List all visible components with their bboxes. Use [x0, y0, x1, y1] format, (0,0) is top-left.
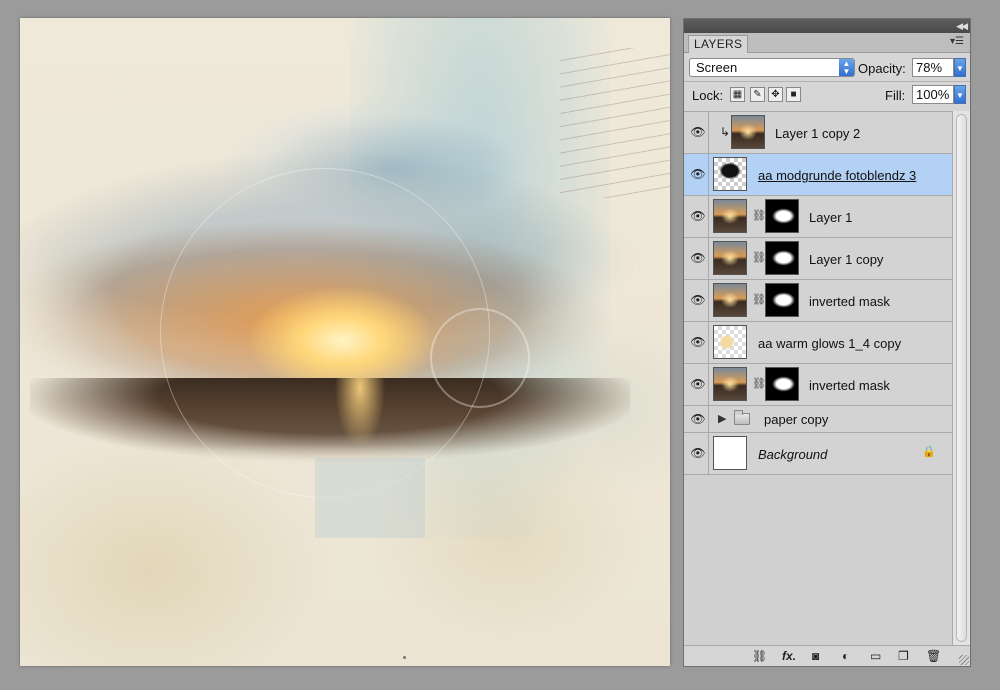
layer-name: aa modgrunde fotoblendz 3	[758, 168, 917, 183]
fill-label: Fill:	[885, 88, 906, 103]
link-icon[interactable]: ⛓	[752, 293, 766, 306]
panel-menu-icon[interactable]: ▾☰	[950, 36, 964, 47]
clipping-arrow-icon: ↳	[720, 125, 731, 139]
layer-name: Layer 1	[809, 210, 853, 225]
row-divider	[708, 112, 709, 153]
row-divider	[708, 154, 709, 195]
panel-tab-row: LAYERS ▾☰	[684, 33, 970, 53]
blue-paper-strip	[315, 458, 425, 538]
lock-options-row: Lock: ▦ ✎ ✥ ■ Fill: 100% ▼	[684, 81, 970, 105]
layer-thumbnail[interactable]	[731, 115, 765, 149]
new-layer-icon[interactable]: ❐	[898, 649, 909, 663]
link-icon[interactable]: ⛓	[752, 251, 766, 264]
layer-row[interactable]: 👁 ⛓ Layer 1 copy	[684, 238, 952, 280]
layer-row[interactable]: 👁 ↳ Layer 1 copy 2	[684, 112, 952, 154]
layer-mask-thumbnail[interactable]	[765, 367, 799, 401]
eye-icon[interactable]: 👁	[688, 125, 708, 139]
layer-row[interactable]: 👁 aa modgrunde fotoblendz 3	[684, 154, 952, 196]
layer-mask-thumbnail[interactable]	[765, 283, 799, 317]
lock-label: Lock:	[692, 88, 724, 103]
panel-titlebar[interactable]: ◀◀	[684, 19, 970, 33]
eye-icon[interactable]: 👁	[688, 251, 708, 265]
layer-row[interactable]: 👁 ⛓ inverted mask	[684, 364, 952, 406]
layer-name: Layer 1 copy 2	[775, 126, 861, 141]
eye-icon[interactable]: 👁	[688, 209, 708, 223]
row-divider	[708, 433, 709, 474]
opacity-input[interactable]: 78%	[912, 58, 954, 77]
blend-options-row: Screen ▲ ▼ Opacity: 78% ▼	[684, 53, 970, 81]
lock-transparent-pixels-icon[interactable]: ▦	[730, 87, 745, 102]
layer-style-fx-icon[interactable]: fx.	[782, 649, 796, 663]
layer-thumbnail[interactable]	[713, 241, 747, 275]
eye-icon[interactable]: 👁	[688, 293, 708, 307]
artwork-canvas[interactable]	[20, 18, 670, 666]
layer-thumbnail[interactable]	[713, 283, 747, 317]
layer-thumbnail[interactable]	[713, 367, 747, 401]
eye-icon[interactable]: 👁	[688, 167, 708, 181]
layer-thumbnail[interactable]	[713, 436, 747, 470]
layer-row[interactable]: 👁 Background 🔒	[684, 433, 952, 475]
layer-list: 👁 ↳ Layer 1 copy 2 👁 aa modgrunde fotobl…	[684, 111, 952, 647]
adjustment-layer-icon[interactable]: ◐	[842, 649, 849, 663]
row-divider	[708, 322, 709, 363]
layer-name: aa warm glows 1_4 copy	[758, 336, 902, 351]
link-layers-icon[interactable]: ⛓	[752, 649, 767, 663]
fill-input[interactable]: 100%	[912, 85, 954, 104]
new-group-icon[interactable]: ▭	[870, 649, 881, 663]
layer-name: Layer 1 copy	[809, 252, 884, 267]
eye-icon[interactable]: 👁	[688, 377, 708, 391]
link-icon[interactable]: ⛓	[752, 209, 766, 222]
layer-mask-thumbnail[interactable]	[765, 241, 799, 275]
opacity-label: Opacity:	[858, 61, 906, 76]
layer-name: paper copy	[764, 412, 829, 427]
row-divider	[708, 280, 709, 321]
row-divider	[708, 238, 709, 279]
row-divider	[708, 196, 709, 237]
layer-row[interactable]: 👁 ⛓ inverted mask	[684, 280, 952, 322]
layers-panel: ◀◀ LAYERS ▾☰ Screen ▲ ▼ Opacity: 78% ▼ Lo…	[683, 18, 971, 667]
lock-image-pixels-icon[interactable]: ✎	[750, 87, 765, 102]
row-divider	[708, 364, 709, 405]
tab-layers[interactable]: LAYERS	[688, 35, 749, 53]
layer-thumbnail[interactable]	[713, 325, 747, 359]
blend-mode-value: Screen	[696, 60, 738, 75]
panel-footer: ⛓ fx. ◙ ◐ ▭ ❐ 🗑	[684, 645, 970, 666]
eye-icon[interactable]: 👁	[688, 335, 708, 349]
lock-position-icon[interactable]: ✥	[768, 87, 783, 102]
add-mask-icon[interactable]: ◙	[812, 649, 819, 663]
opacity-dropdown-arrow-icon[interactable]: ▼	[954, 58, 966, 77]
layer-row[interactable]: 👁 aa warm glows 1_4 copy	[684, 322, 952, 364]
layer-mask-thumbnail[interactable]	[765, 199, 799, 233]
handwriting-script-texture	[560, 48, 670, 198]
fill-dropdown-arrow-icon[interactable]: ▼	[954, 85, 966, 104]
link-icon[interactable]: ⛓	[752, 377, 766, 390]
lock-all-icon[interactable]: ■	[786, 87, 801, 102]
layer-thumbnail[interactable]	[713, 157, 747, 191]
scrollbar-thumb[interactable]	[956, 114, 967, 642]
layer-thumbnail[interactable]	[713, 199, 747, 233]
lock-icon: 🔒	[922, 446, 936, 458]
layer-group-row[interactable]: 👁 ▶ paper copy	[684, 406, 952, 433]
canvas-center-mark	[403, 656, 406, 659]
layer-row[interactable]: 👁 ⛓ Layer 1	[684, 196, 952, 238]
layer-name: inverted mask	[809, 378, 890, 393]
select-arrows-icon: ▲ ▼	[839, 59, 854, 76]
row-divider	[708, 406, 709, 432]
blend-mode-select[interactable]: Screen ▲ ▼	[689, 58, 855, 77]
gear-circle-ornament	[430, 308, 530, 408]
trash-icon[interactable]: 🗑	[926, 649, 941, 663]
eye-icon[interactable]: 👁	[688, 446, 708, 460]
layer-name: inverted mask	[809, 294, 890, 309]
expand-triangle-icon[interactable]: ▶	[718, 412, 726, 425]
layer-list-scrollbar[interactable]	[952, 111, 970, 647]
eye-icon[interactable]: 👁	[688, 412, 708, 426]
folder-icon	[734, 410, 750, 425]
collapse-panel-icon[interactable]: ◀◀	[956, 20, 968, 32]
resize-grip-icon[interactable]	[959, 655, 969, 665]
document-canvas-area[interactable]	[0, 0, 680, 690]
layer-name: Background	[758, 447, 828, 462]
